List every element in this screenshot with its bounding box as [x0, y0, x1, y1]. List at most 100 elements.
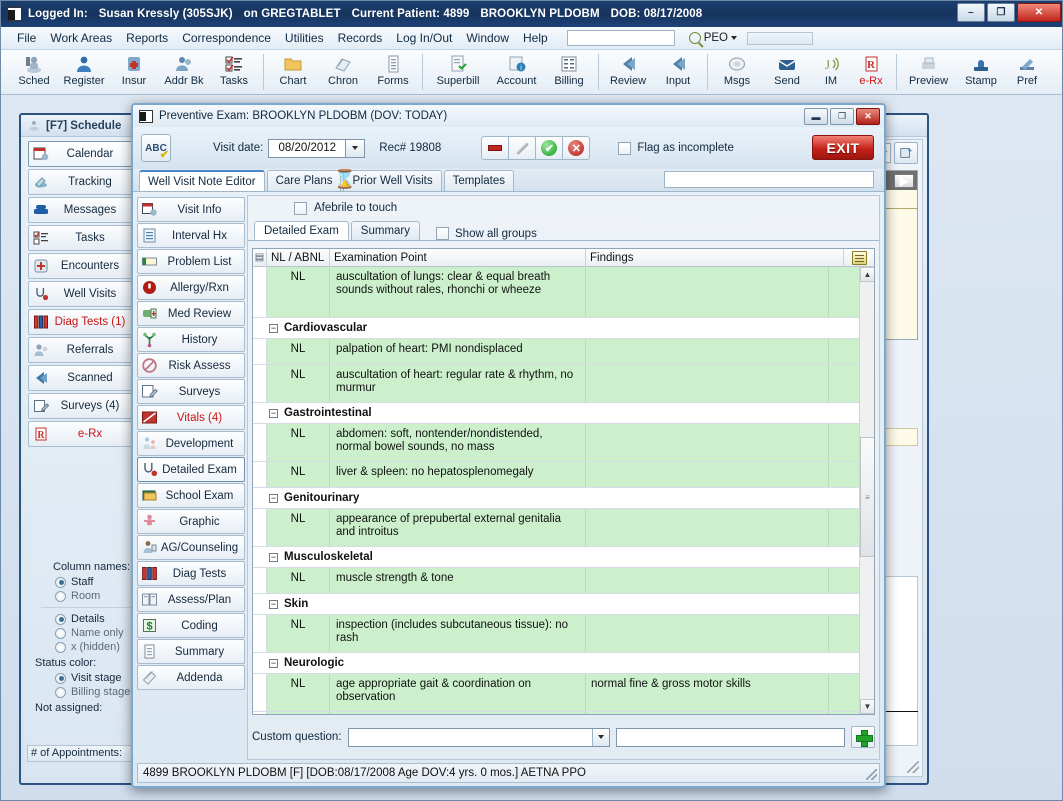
- radio-billing-stage[interactable]: Billing stage: [55, 686, 143, 698]
- cell-exam-point[interactable]: age appropriate social/language interact…: [330, 712, 586, 714]
- cell-nl-abnl[interactable]: NL: [267, 462, 330, 487]
- exam-nav-allergy-rxn[interactable]: Allergy/Rxn: [137, 275, 245, 300]
- radio-name-only[interactable]: Name only: [55, 627, 143, 639]
- collapse-icon[interactable]: −: [269, 494, 278, 503]
- group-row-gastrointestinal[interactable]: − Gastrointestinal: [253, 403, 859, 424]
- toolbar-button-input[interactable]: Input: [653, 52, 703, 94]
- tab-well-visit-note-editor[interactable]: Well Visit Note Editor: [139, 170, 265, 191]
- exam-nav-interval-hx[interactable]: Interval Hx: [137, 223, 245, 248]
- exit-button[interactable]: EXIT: [812, 135, 874, 160]
- exam-nav-problem-list[interactable]: Problem List: [137, 249, 245, 274]
- reject-button[interactable]: ✕: [562, 136, 590, 160]
- menu-search-input[interactable]: [567, 30, 675, 46]
- cell-nl-abnl[interactable]: NL: [267, 424, 330, 461]
- cell-note[interactable]: [829, 615, 859, 652]
- toolbar-button-review[interactable]: Review: [603, 52, 653, 94]
- cell-findings[interactable]: [586, 568, 829, 593]
- sidebar-item-erx[interactable]: R e-Rx: [28, 421, 136, 447]
- scroll-down-icon[interactable]: ▼: [860, 699, 875, 714]
- inner-tab-summary[interactable]: Summary: [351, 221, 420, 240]
- grid-menu-icon[interactable]: ▤: [253, 249, 267, 267]
- cell-nl-abnl[interactable]: NL: [267, 339, 330, 364]
- grid-vertical-scrollbar[interactable]: ▲ ≡ ▼: [859, 267, 874, 714]
- toolbar-button-chron[interactable]: Chron: [318, 52, 368, 94]
- radio-staff[interactable]: Staff: [55, 576, 143, 588]
- window-settings-icon[interactable]: [894, 142, 918, 164]
- cell-findings[interactable]: [586, 339, 829, 364]
- cell-findings[interactable]: [586, 424, 829, 461]
- cell-nl-abnl[interactable]: NL: [267, 615, 330, 652]
- cell-findings[interactable]: [586, 615, 829, 652]
- toolbar-button-send[interactable]: Send: [762, 52, 812, 94]
- toolbar-button-tasks[interactable]: Tasks: [209, 52, 259, 94]
- exam-nav-visit-info[interactable]: Visit Info: [137, 197, 245, 222]
- exam-minimize-icon[interactable]: ▬: [804, 108, 828, 125]
- table-row[interactable]: NL auscultation of lungs: clear & equal …: [253, 267, 859, 318]
- sidebar-item-scanned[interactable]: Scanned: [28, 365, 136, 391]
- menu-item-window[interactable]: Window: [459, 29, 516, 47]
- peo-selector[interactable]: PEO: [689, 32, 737, 44]
- toolbar-button-forms[interactable]: Forms: [368, 52, 418, 94]
- show-all-groups-checkbox[interactable]: [436, 227, 449, 240]
- schedule-resize-handle[interactable]: [907, 761, 919, 773]
- scroll-up-icon[interactable]: ▲: [860, 267, 875, 282]
- grid-header-nl-abnl[interactable]: NL / ABNL: [267, 249, 330, 267]
- cell-note[interactable]: [829, 509, 859, 546]
- group-row-cardiovascular[interactable]: − Cardiovascular: [253, 318, 859, 339]
- show-all-groups-row[interactable]: Show all groups: [436, 227, 537, 240]
- afebrile-row[interactable]: Afebrile to touch: [248, 196, 879, 220]
- cell-exam-point[interactable]: auscultation of lungs: clear & equal bre…: [330, 267, 586, 317]
- menu-item-log-in-out[interactable]: Log In/Out: [389, 29, 459, 47]
- toolbar-button-insur[interactable]: Insur: [109, 52, 159, 94]
- exam-nav-assess-plan[interactable]: Assess/Plan: [137, 587, 245, 612]
- exam-nav-med-review[interactable]: Med Review: [137, 301, 245, 326]
- menu-item-file[interactable]: File: [10, 29, 43, 47]
- cell-note[interactable]: [829, 339, 859, 364]
- exam-maximize-icon[interactable]: ❐: [830, 108, 854, 125]
- toolbar-button-pref[interactable]: Pref: [1006, 52, 1048, 94]
- cell-note[interactable]: [829, 462, 859, 487]
- table-row[interactable]: NL liver & spleen: no hepatosplenomegaly: [253, 462, 859, 488]
- collapse-icon[interactable]: −: [269, 659, 278, 668]
- cell-exam-point[interactable]: auscultation of heart: regular rate & rh…: [330, 365, 586, 402]
- radio-visit-stage[interactable]: Visit stage: [55, 672, 143, 684]
- close-icon[interactable]: ✕: [1017, 3, 1061, 22]
- cell-note[interactable]: [829, 674, 859, 711]
- toolbar-button-addr-bk[interactable]: Addr Bk: [159, 52, 209, 94]
- visit-date-dropdown-icon[interactable]: [346, 139, 365, 158]
- toolbar-button-sched[interactable]: Sched: [9, 52, 59, 94]
- cell-exam-point[interactable]: abdomen: soft, nontender/nondistended, n…: [330, 424, 586, 461]
- collapse-icon[interactable]: −: [269, 553, 278, 562]
- cell-findings[interactable]: [586, 267, 829, 317]
- group-row-genitourinary[interactable]: − Genitourinary: [253, 488, 859, 509]
- inner-tab-detailed-exam[interactable]: Detailed Exam: [254, 221, 349, 240]
- sidebar-item-well-visits[interactable]: Well Visits: [28, 281, 136, 307]
- exam-nav-coding[interactable]: $ Coding: [137, 613, 245, 638]
- minimize-icon[interactable]: –: [957, 3, 985, 22]
- grid-header-note-icon[interactable]: [844, 249, 874, 267]
- cell-findings[interactable]: [586, 509, 829, 546]
- table-row[interactable]: NL muscle strength & tone: [253, 568, 859, 594]
- accept-button[interactable]: ✔: [535, 136, 563, 160]
- scrollbar-thumb[interactable]: ≡: [860, 437, 875, 557]
- toolbar-button-im[interactable]: J IM: [812, 52, 850, 94]
- exam-nav-history[interactable]: History: [137, 327, 245, 352]
- cell-exam-point[interactable]: inspection (includes subcutaneous tissue…: [330, 615, 586, 652]
- toolbar-button-erx[interactable]: R e-Rx: [850, 52, 892, 94]
- cell-exam-point[interactable]: age appropriate gait & coordination on o…: [330, 674, 586, 711]
- cell-nl-abnl[interactable]: NL: [267, 267, 330, 317]
- group-row-neurologic[interactable]: − Neurologic: [253, 653, 859, 674]
- radio-room[interactable]: Room: [55, 590, 143, 602]
- cell-findings[interactable]: [586, 462, 829, 487]
- custom-question-text-input[interactable]: [616, 728, 846, 747]
- toolbar-button-account[interactable]: i Account: [489, 52, 544, 94]
- mark-abnormal-button[interactable]: [481, 136, 509, 160]
- exam-nav-graphic[interactable]: Graphic: [137, 509, 245, 534]
- menu-item-work-areas[interactable]: Work Areas: [43, 29, 119, 47]
- exam-search-input[interactable]: [664, 171, 874, 188]
- group-row-musculoskeletal[interactable]: − Musculoskeletal: [253, 547, 859, 568]
- menu-item-reports[interactable]: Reports: [119, 29, 175, 47]
- cell-exam-point[interactable]: appearance of prepubertal external genit…: [330, 509, 586, 546]
- exam-nav-diag-tests[interactable]: Diag Tests: [137, 561, 245, 586]
- exam-nav-vitals[interactable]: Vitals (4): [137, 405, 245, 430]
